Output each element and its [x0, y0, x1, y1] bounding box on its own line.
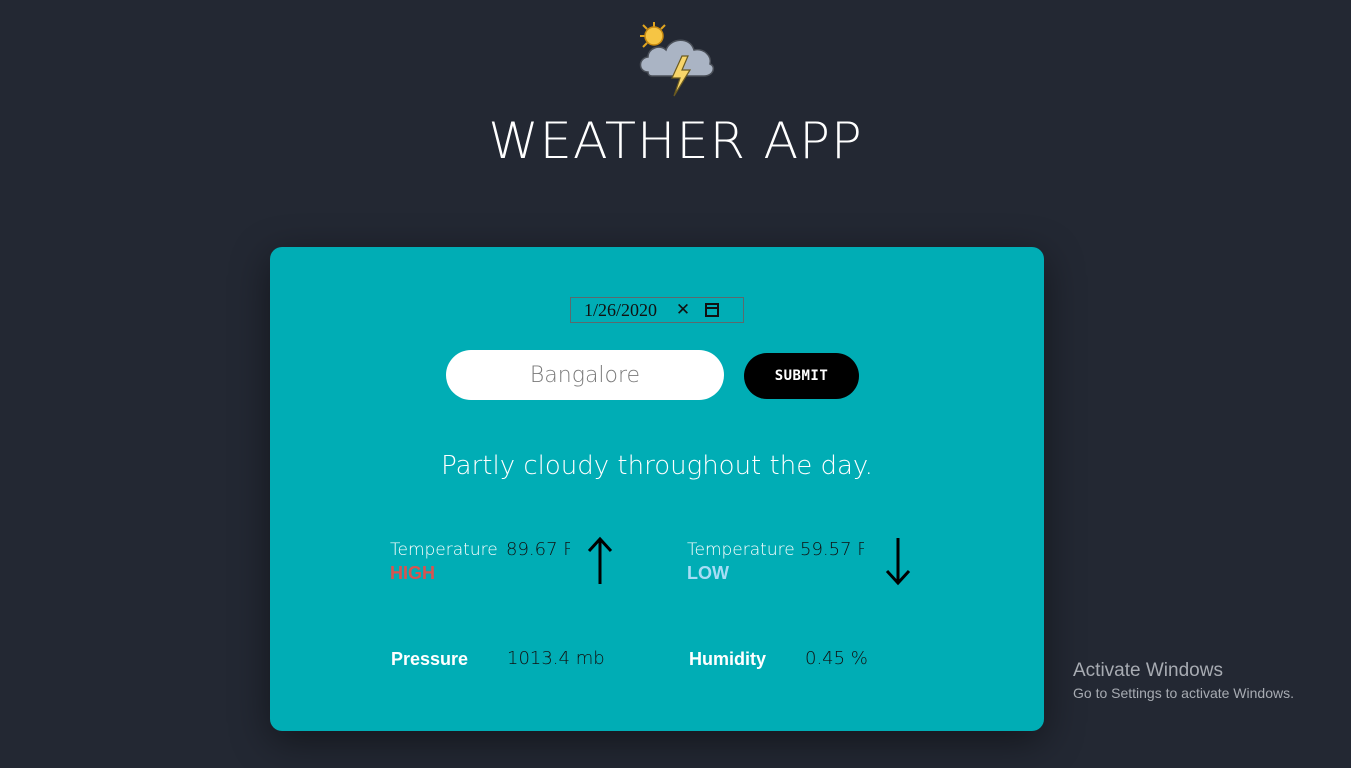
humidity-value: 0.45 % [805, 648, 868, 669]
humidity-label: Humidity [689, 649, 767, 669]
app-title: WEATHER APP [488, 112, 863, 170]
activate-windows-title: Activate Windows [1073, 660, 1223, 681]
sun-cloud-lightning-icon [639, 22, 715, 97]
low-tag: LOW [687, 563, 729, 583]
pressure-label: Pressure [391, 649, 469, 669]
activate-windows-watermark: Activate Windows Go to Settings to activ… [1073, 660, 1294, 701]
temperature-high-label: Temperature [390, 540, 498, 560]
pressure-value: 1013.4 mb [507, 648, 605, 669]
submit-button[interactable]: SUBMIT [744, 353, 859, 399]
date-input[interactable]: 1/26/2020 ✕ [570, 297, 744, 323]
close-icon[interactable]: ✕ [675, 300, 691, 320]
weather-card: 1/26/2020 ✕ SUBMIT Partly cloudy through… [270, 247, 1044, 731]
arrow-up-icon [587, 536, 613, 584]
date-value[interactable]: 1/26/2020 [584, 300, 657, 321]
page: WEATHER APP 1/26/2020 ✕ SUBMIT Partly cl… [0, 0, 1351, 768]
temperature-high-value: 89.67 F [506, 539, 570, 560]
temperature-low-value: 59.57 F [800, 539, 864, 560]
weather-summary: Partly cloudy throughout the day. [441, 451, 873, 481]
arrow-down-icon [885, 538, 911, 586]
activate-windows-subtitle: Go to Settings to activate Windows. [1073, 685, 1294, 701]
high-tag: HIGH [390, 563, 435, 583]
calendar-icon[interactable] [705, 303, 720, 317]
temperature-low-label: Temperature [687, 540, 795, 560]
city-input[interactable] [446, 350, 724, 400]
